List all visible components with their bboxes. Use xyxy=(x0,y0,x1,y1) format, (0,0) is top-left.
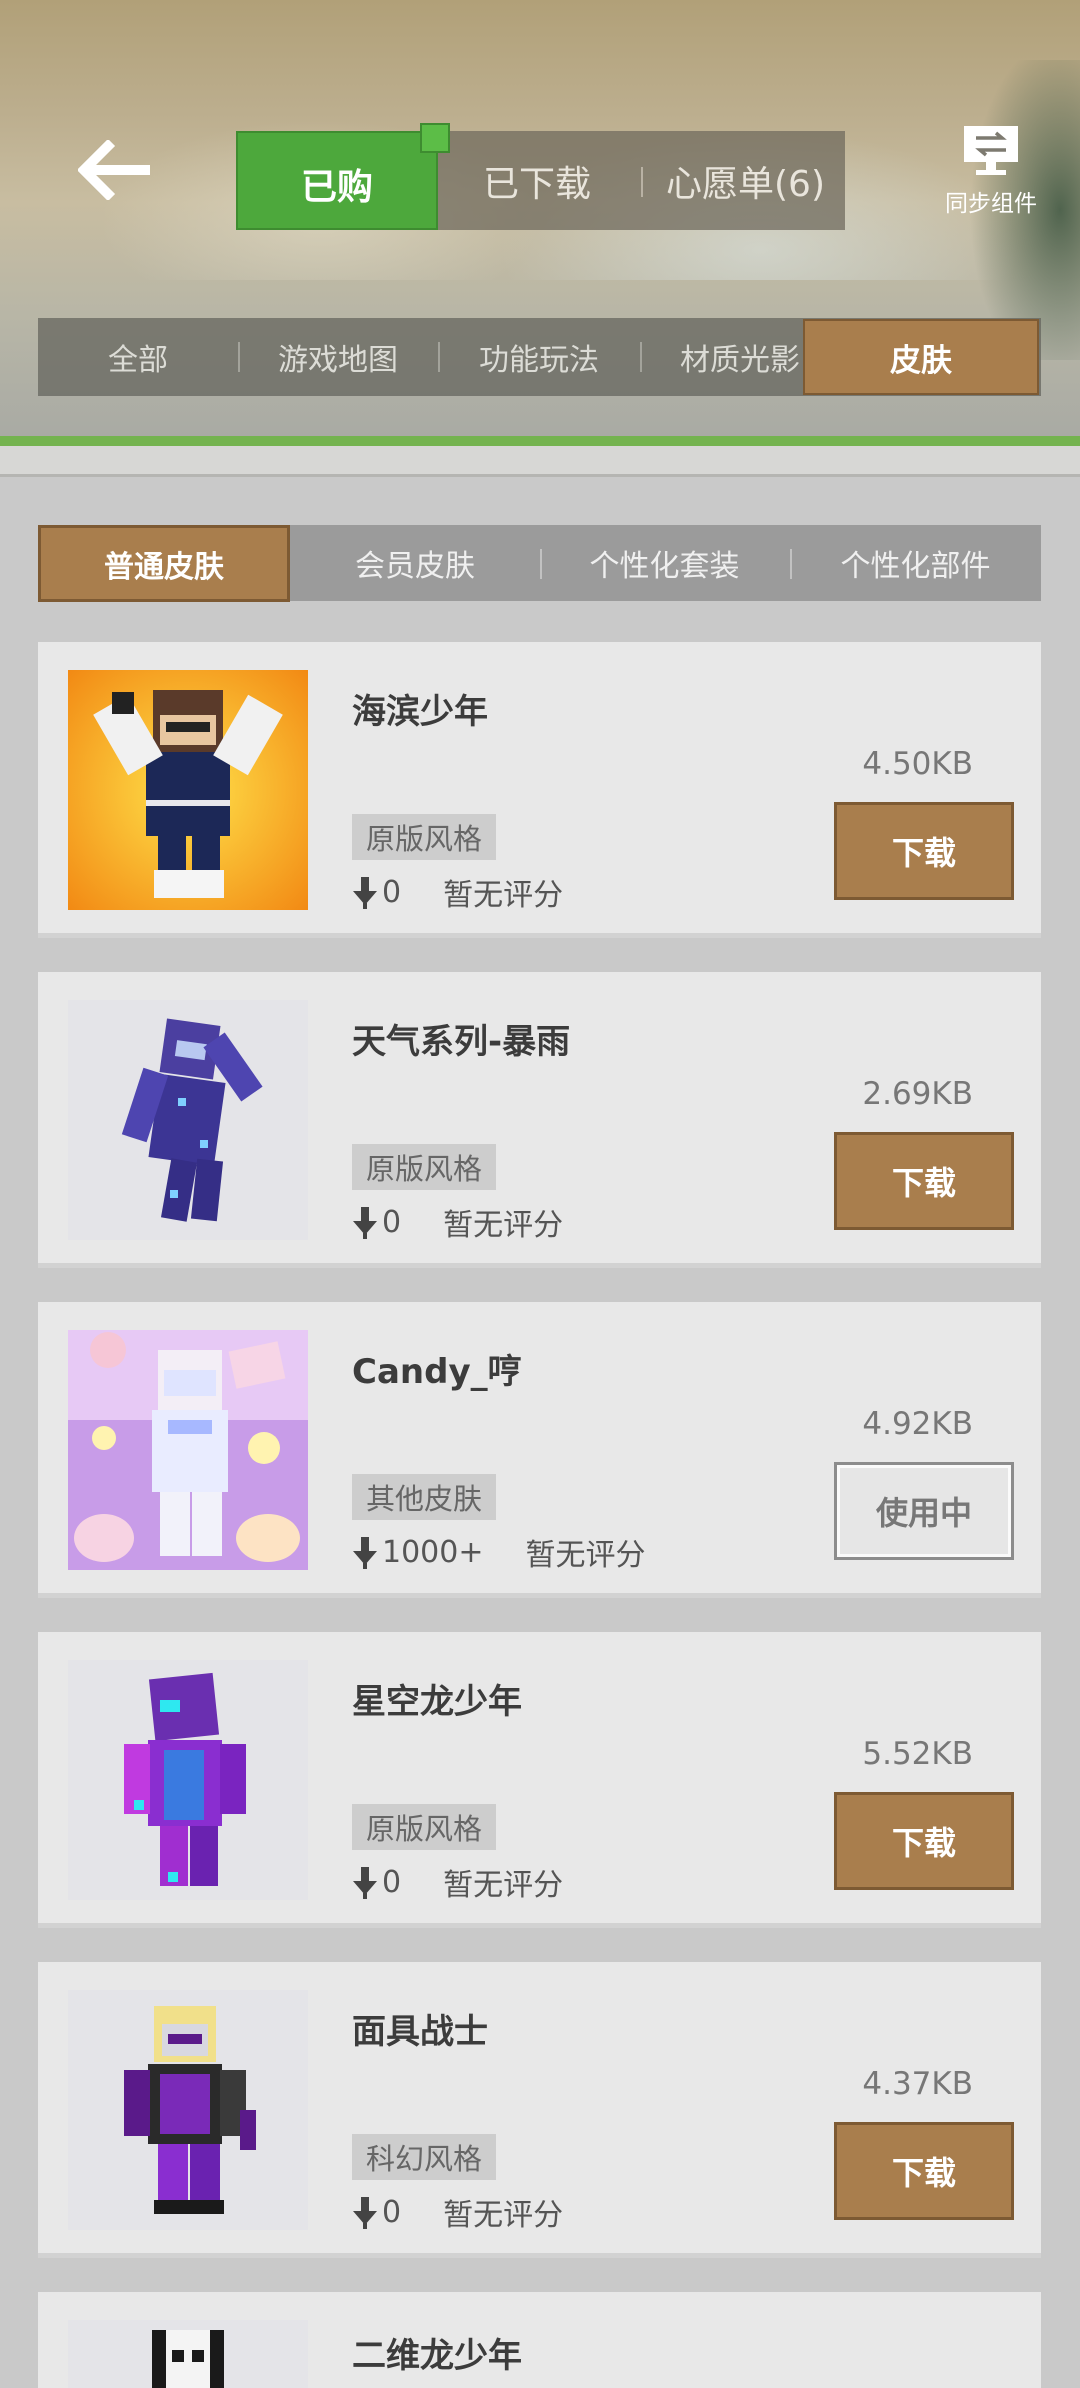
skin-card[interactable]: 天气系列-暴雨 原版风格 0 暂无评分 2.69KB 下载 xyxy=(38,972,1041,1268)
tab-purchased[interactable]: 已购 xyxy=(236,123,450,230)
skin-thumbnail xyxy=(68,1000,308,1240)
sync-monitor-icon xyxy=(964,126,1018,175)
download-button[interactable]: 下载 xyxy=(834,2122,1014,2220)
category-label: 皮肤 xyxy=(890,342,952,379)
tab-wishlist-label: 心愿单(6) xyxy=(666,163,825,205)
file-size: 4.37KB xyxy=(862,2066,973,2102)
skin-style-tag: 其他皮肤 xyxy=(352,1474,497,1520)
skin-thumbnail xyxy=(68,670,308,910)
tab-downloaded[interactable]: 已下载 xyxy=(438,131,636,230)
back-arrow-icon xyxy=(76,138,150,202)
skin-thumbnail xyxy=(68,1990,308,2230)
rating-text: 暂无评分 xyxy=(443,878,564,913)
skin-name: Candy_哼 xyxy=(352,1352,522,1392)
skin-name: 面具战士 xyxy=(352,2012,488,2052)
subcategory-label: 会员皮肤 xyxy=(355,549,475,584)
rating-text: 暂无评分 xyxy=(443,1208,564,1243)
download-count-icon xyxy=(353,1867,377,1899)
skin-stats: 0 暂无评分 xyxy=(352,870,563,914)
skin-thumbnail xyxy=(68,1330,308,1570)
download-button[interactable]: 下载 xyxy=(834,802,1014,900)
rating-text: 暂无评分 xyxy=(525,1538,646,1573)
rating-text: 暂无评分 xyxy=(443,2198,564,2233)
file-size: 4.50KB xyxy=(862,746,973,782)
subcategory-label: 个性化部件 xyxy=(840,549,991,584)
download-count-icon xyxy=(353,1537,377,1569)
file-size: 2.69KB xyxy=(862,1076,973,1112)
category-maps[interactable]: 游戏地图 xyxy=(238,318,438,396)
download-count-icon xyxy=(353,2197,377,2229)
category-label: 材质光影 xyxy=(680,343,800,378)
skin-style-tag: 原版风格 xyxy=(352,814,497,860)
category-label: 全部 xyxy=(108,343,168,378)
download-count: 0 xyxy=(382,1204,402,1240)
subcategory-parts[interactable]: 个性化部件 xyxy=(790,525,1041,601)
subcategory-label: 普通皮肤 xyxy=(104,549,224,585)
skin-stats: 0 暂无评分 xyxy=(352,1860,563,1904)
download-count: 0 xyxy=(382,2194,402,2230)
download-count: 0 xyxy=(382,1864,402,1900)
skin-name: 海滨少年 xyxy=(352,692,488,732)
category-label: 游戏地图 xyxy=(278,343,398,378)
tab-purchased-label: 已购 xyxy=(300,166,373,208)
skin-stats: 1000+ 暂无评分 xyxy=(352,1530,645,1574)
skin-card[interactable]: 面具战士 科幻风格 0 暂无评分 4.37KB 下载 xyxy=(38,1962,1041,2258)
skin-card[interactable]: Candy_哼 其他皮肤 1000+ 暂无评分 4.92KB 使用中 xyxy=(38,1302,1041,1598)
download-count: 0 xyxy=(382,874,402,910)
purchase-tabs: 已购 已下载 心愿单(6) xyxy=(236,123,845,230)
skin-name: 星空龙少年 xyxy=(352,1682,522,1722)
category-all[interactable]: 全部 xyxy=(38,318,238,396)
skin-thumbnail xyxy=(68,2320,308,2388)
skin-name: 天气系列-暴雨 xyxy=(352,1022,571,1062)
download-count-icon xyxy=(353,877,377,909)
category-skins[interactable]: 皮肤 xyxy=(803,319,1039,395)
download-count: 1000+ xyxy=(382,1534,484,1570)
rating-text: 暂无评分 xyxy=(443,1868,564,1903)
sync-components-button[interactable]: 同步组件 xyxy=(936,124,1046,218)
skin-style-tag: 原版风格 xyxy=(352,1804,497,1850)
skin-card[interactable]: 二维龙少年 xyxy=(38,2292,1041,2388)
header-shadow-strip xyxy=(0,446,1080,477)
skin-card[interactable]: 星空龙少年 原版风格 0 暂无评分 5.52KB 下载 xyxy=(38,1632,1041,1928)
subcategory-normal-skins[interactable]: 普通皮肤 xyxy=(38,525,290,602)
skin-card[interactable]: 海滨少年 原版风格 0 暂无评分 4.50KB 下载 xyxy=(38,642,1041,938)
in-use-button[interactable]: 使用中 xyxy=(834,1462,1014,1560)
subcategory-outfits[interactable]: 个性化套装 xyxy=(540,525,789,601)
subcategory-member-skins[interactable]: 会员皮肤 xyxy=(290,525,540,601)
category-gameplay[interactable]: 功能玩法 xyxy=(438,318,640,396)
file-size: 5.52KB xyxy=(862,1736,973,1772)
skin-stats: 0 暂无评分 xyxy=(352,2190,563,2234)
skin-name: 二维龙少年 xyxy=(352,2336,522,2376)
back-button[interactable] xyxy=(76,138,158,202)
tab-divider xyxy=(641,167,643,197)
category-label: 功能玩法 xyxy=(479,343,599,378)
skin-style-tag: 原版风格 xyxy=(352,1144,497,1190)
download-button[interactable]: 下载 xyxy=(834,1792,1014,1890)
tab-downloaded-label: 已下载 xyxy=(482,163,591,205)
skin-style-tag: 科幻风格 xyxy=(352,2134,497,2180)
tab-wishlist[interactable]: 心愿单(6) xyxy=(646,131,845,230)
file-size: 4.92KB xyxy=(862,1406,973,1442)
subcategory-label: 个性化套装 xyxy=(589,549,740,584)
header-divider xyxy=(0,436,1080,446)
download-count-icon xyxy=(353,1207,377,1239)
skin-thumbnail xyxy=(68,1660,308,1900)
download-button[interactable]: 下载 xyxy=(834,1132,1014,1230)
sync-label: 同步组件 xyxy=(945,191,1037,217)
skin-stats: 0 暂无评分 xyxy=(352,1200,563,1244)
